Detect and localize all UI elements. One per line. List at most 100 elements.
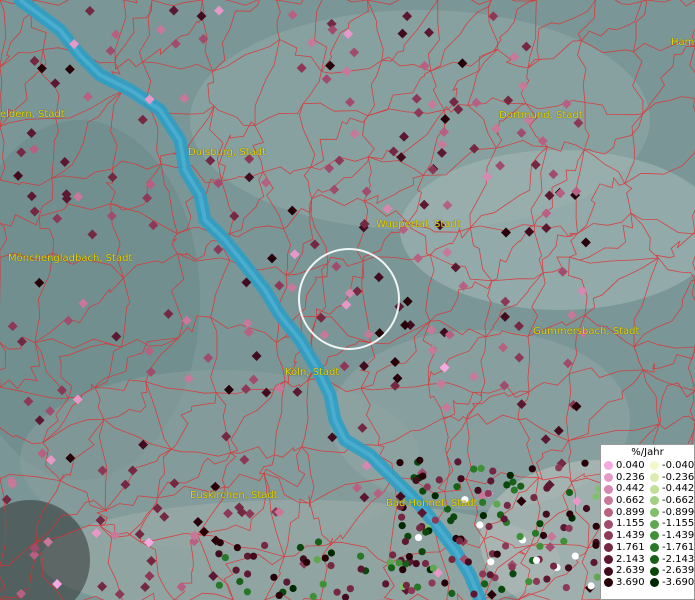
measurement-point [309, 592, 317, 600]
measurement-point [590, 558, 598, 567]
measurement-point [470, 590, 478, 598]
measurement-point [313, 556, 321, 564]
legend-entry: 0.662 [601, 495, 647, 507]
measurement-point [243, 588, 251, 596]
legend-swatch [650, 554, 659, 564]
measurement-point [530, 494, 538, 502]
measurement-point [500, 515, 508, 523]
measurement-point [428, 579, 436, 587]
legend-label: 1.761 [616, 541, 645, 553]
legend-label: -1.761 [662, 541, 695, 553]
city-label-bad-honnef: Bad Honnef, Stadt [386, 498, 478, 509]
legend-entry: -1.761 [647, 542, 694, 554]
measurement-point [543, 484, 551, 492]
measurement-point [296, 543, 304, 552]
measurement-point [283, 578, 291, 586]
measurement-point [303, 558, 311, 566]
legend-swatch [650, 461, 659, 471]
legend-row: 0.236 -0.236 [601, 472, 694, 484]
legend-swatch [604, 461, 613, 471]
legend-entry: -0.442 [647, 483, 694, 495]
measurement-point [408, 587, 416, 595]
measurement-point [454, 458, 462, 466]
legend-label: -1.439 [662, 530, 695, 542]
legend-label: -0.040 [662, 460, 695, 471]
measurement-point [232, 566, 240, 574]
measurement-point [470, 465, 478, 473]
measurement-point [261, 541, 269, 550]
legend-entry: -3.690 [647, 577, 694, 589]
legend-label: 2.639 [616, 565, 645, 577]
measurement-point [565, 524, 573, 532]
measurement-point [414, 583, 422, 591]
measurement-point [562, 584, 570, 592]
measurement-point [412, 560, 420, 568]
measurement-point [493, 550, 501, 558]
legend-entry: 0.040 [601, 460, 647, 472]
legend-swatch [650, 508, 659, 518]
legend-row: 1.439 -1.439 [601, 530, 694, 542]
measurement-point [270, 573, 278, 581]
measurement-point [414, 534, 423, 542]
legend-label: 0.899 [616, 506, 645, 518]
measurement-point [412, 476, 420, 485]
measurement-point [215, 581, 223, 589]
measurement-point [423, 483, 431, 491]
legend-row: 3.690 -3.690 [601, 577, 694, 589]
legend-label: 0.040 [616, 460, 645, 471]
legend-row: 0.899 -0.899 [601, 507, 694, 519]
measurement-point [448, 555, 456, 564]
measurement-point [416, 456, 424, 464]
measurement-point [536, 542, 544, 550]
city-label-hamm: Ham [671, 37, 695, 48]
city-label-euskirchen: Euskirchen, Stadt [190, 490, 278, 501]
legend-swatch [650, 578, 659, 588]
measurement-point [387, 564, 396, 572]
measurement-point [487, 477, 495, 485]
measurement-point [416, 524, 424, 532]
measurement-point [249, 552, 258, 560]
measurement-point [319, 580, 327, 588]
legend-label: -1.155 [662, 518, 695, 530]
legend-entry: -0.236 [647, 472, 694, 484]
measurement-point [508, 563, 516, 571]
measurement-point [532, 577, 541, 586]
measurement-point [321, 554, 329, 562]
measurement-point [389, 551, 397, 559]
legend-swatch [604, 508, 613, 518]
measurement-point [435, 476, 443, 484]
measurement-point [509, 478, 517, 486]
measurement-point [216, 539, 224, 547]
measurement-point [402, 581, 410, 589]
measurement-point [405, 553, 413, 561]
legend-label: 0.442 [616, 483, 645, 495]
measurement-point [441, 579, 449, 587]
legend-entry: 2.143 [601, 554, 647, 566]
measurement-point [215, 550, 223, 558]
legend-label: -0.442 [662, 483, 695, 495]
measurement-point [487, 558, 495, 566]
legend-row: 2.639 -2.639 [601, 565, 694, 577]
legend-entry: -2.639 [647, 565, 694, 577]
measurement-point [560, 537, 568, 545]
measurement-point [481, 580, 489, 588]
measurement-point [506, 471, 514, 479]
legend-label: 2.143 [616, 553, 645, 565]
measurement-point [486, 571, 494, 579]
legend-entry: 2.639 [601, 565, 647, 577]
measurement-point [455, 537, 464, 545]
legend-swatch [650, 519, 659, 529]
measurement-point [555, 464, 563, 472]
measurement-point [395, 559, 403, 567]
legend-label: 3.690 [616, 576, 645, 588]
measurement-point [333, 588, 341, 596]
map-view[interactable]: Ham eldern, Stadt Dortmund, Stadt Duisbu… [0, 0, 695, 600]
legend-swatch [604, 473, 613, 483]
measurement-point [450, 513, 458, 521]
measurement-point [484, 489, 492, 497]
legend-row: 1.155 -1.155 [601, 518, 694, 530]
measurement-point [525, 578, 533, 586]
measurement-point [399, 566, 407, 574]
legend-swatch [650, 543, 659, 553]
terrain-layer [0, 0, 695, 600]
